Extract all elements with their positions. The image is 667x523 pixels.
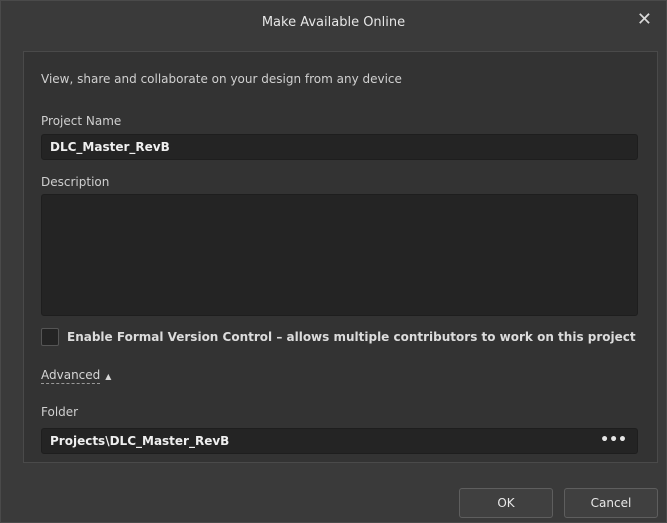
ok-button[interactable]: OK xyxy=(459,488,553,518)
browse-dots-icon[interactable]: ••• xyxy=(600,432,627,448)
description-textarea[interactable] xyxy=(41,194,638,316)
cancel-button[interactable]: Cancel xyxy=(564,488,658,518)
dialog-title: Make Available Online xyxy=(261,15,406,30)
make-available-online-dialog: Make Available Online ✕ View, share and … xyxy=(0,0,667,523)
project-name-label: Project Name xyxy=(41,114,122,128)
description-label: Description xyxy=(41,175,110,189)
title-bar: Make Available Online ✕ xyxy=(1,1,666,49)
advanced-toggle[interactable]: Advanced ▲ xyxy=(41,368,111,384)
formal-version-control-row[interactable]: Enable Formal Version Control – allows m… xyxy=(41,328,636,346)
advanced-label: Advanced xyxy=(41,368,101,384)
formal-version-control-checkbox[interactable] xyxy=(41,328,59,346)
folder-input[interactable]: Projects\DLC_Master_RevB ••• xyxy=(41,428,638,454)
close-icon[interactable]: ✕ xyxy=(637,11,652,29)
folder-label: Folder xyxy=(41,405,79,419)
caret-up-icon: ▲ xyxy=(105,372,112,381)
intro-text: View, share and collaborate on your desi… xyxy=(41,72,402,86)
formal-version-control-label: Enable Formal Version Control – allows m… xyxy=(67,330,636,344)
folder-value: Projects\DLC_Master_RevB xyxy=(50,434,230,448)
project-name-input[interactable]: DLC_Master_RevB xyxy=(41,134,638,160)
